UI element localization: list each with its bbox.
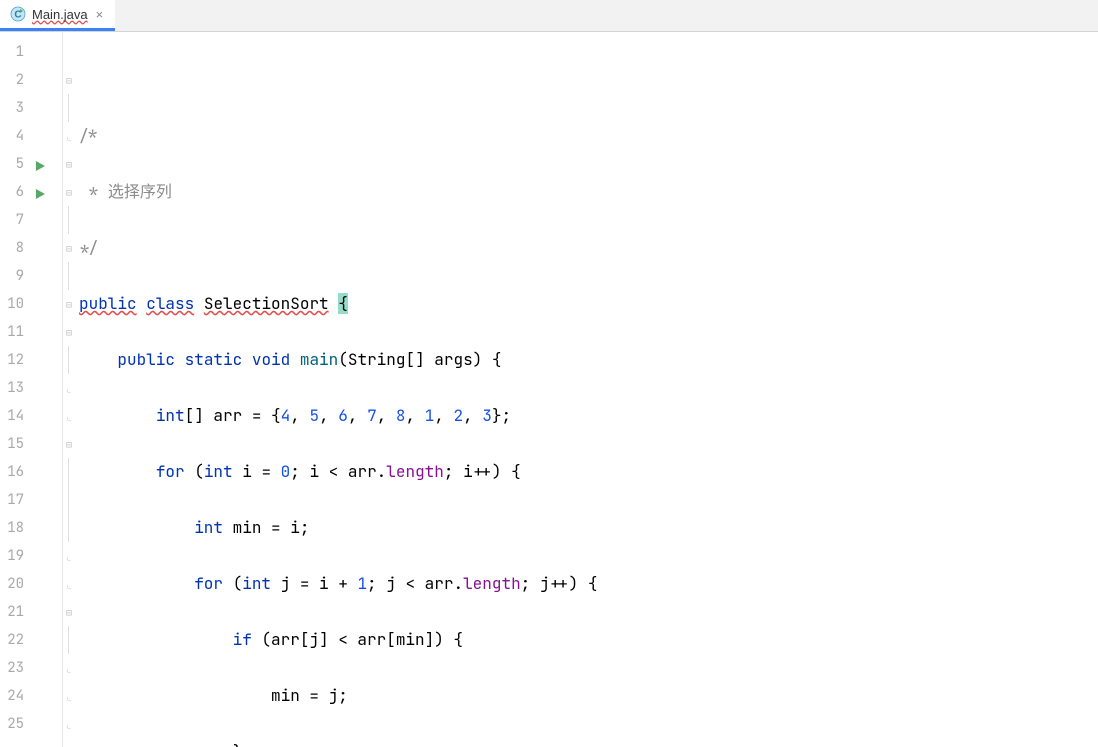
fold-close-icon[interactable]: ⌞ (63, 682, 75, 710)
line-number[interactable]: 24 (0, 687, 28, 705)
fold-open-icon[interactable]: ⊟ (63, 318, 75, 346)
run-icon[interactable] (34, 185, 48, 199)
line-number[interactable]: 23 (0, 659, 28, 677)
run-icon[interactable] (34, 157, 48, 171)
fold-open-icon[interactable]: ⊟ (63, 66, 75, 94)
fold-close-icon[interactable]: ⌞ (63, 654, 75, 682)
fold-open-icon[interactable]: ⊟ (63, 178, 75, 206)
line-number[interactable]: 3 (0, 99, 28, 117)
code-line: /* (79, 122, 1098, 150)
code-line: int[] arr = {4, 5, 6, 7, 8, 1, 2, 3}; (79, 402, 1098, 430)
line-number[interactable]: 21 (0, 603, 28, 621)
code-line: * 选择序列 (79, 178, 1098, 206)
code-line: for (int j = i + 1; j < arr.length; j++)… (79, 570, 1098, 598)
line-number[interactable]: 6 (0, 183, 28, 201)
code-area[interactable]: /* * 选择序列 */ public class SelectionSort … (75, 32, 1098, 747)
tab-main-java[interactable]: C Main.java × (0, 0, 115, 31)
code-line: public class SelectionSort { (79, 290, 1098, 318)
line-number[interactable]: 1 (0, 43, 28, 61)
line-number[interactable]: 22 (0, 631, 28, 649)
fold-open-icon[interactable]: ⊟ (63, 430, 75, 458)
line-number[interactable]: 16 (0, 463, 28, 481)
line-number[interactable]: 14 (0, 407, 28, 425)
fold-open-icon[interactable]: ⊟ (63, 150, 75, 178)
code-line: public static void main(String[] args) { (79, 346, 1098, 374)
line-number[interactable]: 9 (0, 267, 28, 285)
line-number[interactable]: 5 (0, 155, 28, 173)
fold-close-icon[interactable]: ⌞ (63, 374, 75, 402)
line-number[interactable]: 10 (0, 295, 28, 313)
line-number[interactable]: 20 (0, 575, 28, 593)
line-number[interactable]: 2 (0, 71, 28, 89)
code-line: min = j; (79, 682, 1098, 710)
line-number[interactable]: 19 (0, 547, 28, 565)
line-number[interactable]: 11 (0, 323, 28, 341)
line-number[interactable]: 7 (0, 211, 28, 229)
fold-open-icon[interactable]: ⊟ (63, 290, 75, 318)
code-line: for (int i = 0; i < arr.length; i++) { (79, 458, 1098, 486)
fold-open-icon[interactable]: ⊟ (63, 234, 75, 262)
fold-close-icon[interactable]: ⌞ (63, 710, 75, 738)
line-number[interactable]: 4 (0, 127, 28, 145)
fold-open-icon[interactable]: ⊟ (63, 598, 75, 626)
line-number[interactable]: 8 (0, 239, 28, 257)
fold-close-icon[interactable]: ⌞ (63, 570, 75, 598)
line-number[interactable]: 12 (0, 351, 28, 369)
editor: 1 2 3 4 5 6 7 8 9 10 11 12 13 14 15 16 1… (0, 32, 1098, 747)
fold-close-icon[interactable]: ⌞ (63, 122, 75, 150)
line-number[interactable]: 25 (0, 715, 28, 733)
line-number[interactable]: 18 (0, 519, 28, 537)
code-line: int min = i; (79, 514, 1098, 542)
code-line: if (arr[j] < arr[min]) { (79, 626, 1098, 654)
fold-close-icon[interactable]: ⌞ (63, 402, 75, 430)
fold-column: ⊟ ⌞ ⊟ ⊟ ⊟ ⊟ ⊟ ⌞ ⌞ ⊟ ⌞ ⌞ ⊟ ⌞ ⌞ ⌞ (63, 32, 75, 747)
tab-bar: C Main.java × (0, 0, 1098, 32)
tab-label: Main.java (32, 7, 88, 22)
line-number[interactable]: 15 (0, 435, 28, 453)
gutter: 1 2 3 4 5 6 7 8 9 10 11 12 13 14 15 16 1… (0, 32, 63, 747)
code-line: */ (79, 234, 1098, 262)
line-number[interactable]: 13 (0, 379, 28, 397)
line-number[interactable]: 17 (0, 491, 28, 509)
java-class-icon: C (10, 6, 26, 22)
close-icon[interactable]: × (94, 7, 106, 22)
code-line (79, 66, 1098, 94)
code-line: } (79, 738, 1098, 747)
fold-close-icon[interactable]: ⌞ (63, 542, 75, 570)
